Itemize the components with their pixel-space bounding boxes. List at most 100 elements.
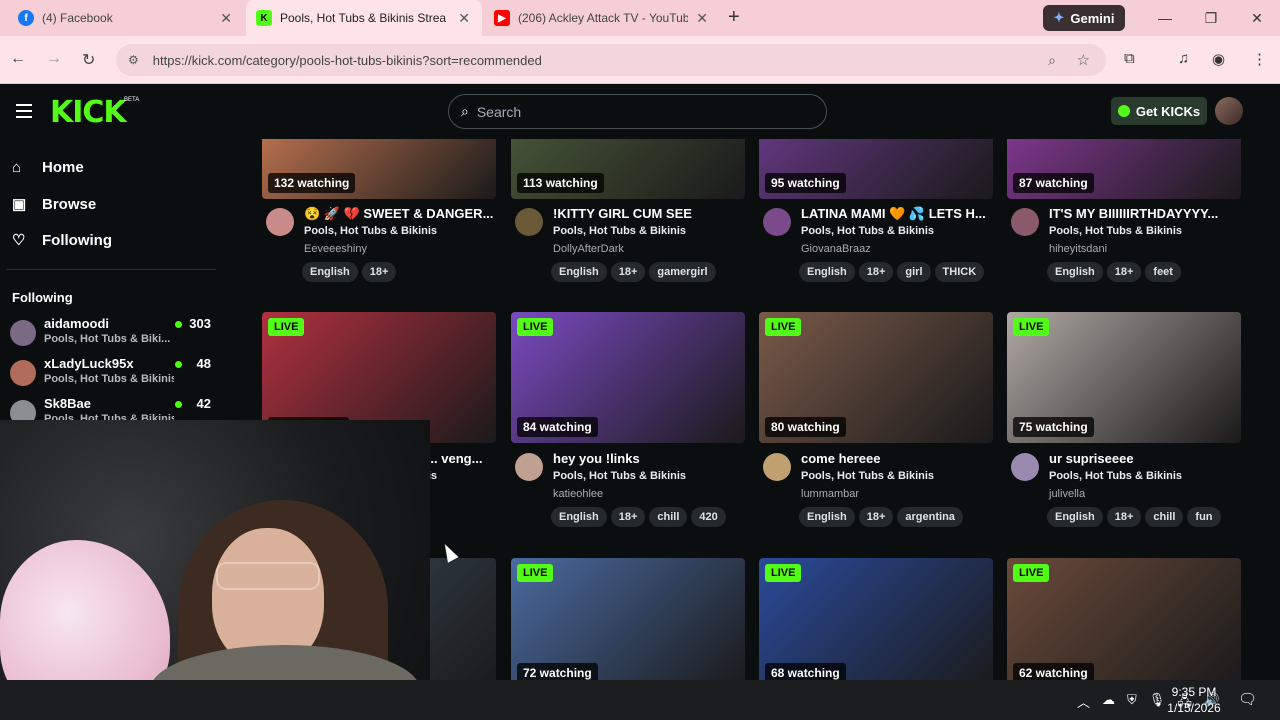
tag-chip[interactable]: English [551,507,607,527]
stream-title[interactable]: hey you !links [553,451,743,466]
tab-youtube[interactable]: ▶ (206) Ackley Attack TV - YouTub ✕ [484,0,720,36]
stream-category[interactable]: Pools, Hot Tubs & Bikinis [304,225,437,237]
tag-chip[interactable]: 18+ [610,507,646,527]
stream-category[interactable]: Pools, Hot Tubs & Bikinis [801,470,934,482]
media-controls-icon[interactable]: ♫ [1178,50,1189,67]
tag-chip[interactable]: English [1047,262,1103,282]
tag-chip[interactable]: girl [897,262,931,282]
live-dot-icon [175,401,182,408]
avatar[interactable] [515,453,543,481]
stream-title[interactable]: IT'S MY BIIIIIIRTHDAYYYY... [1049,206,1239,221]
tag-chip[interactable]: English [799,507,855,527]
tag-chip[interactable]: 18+ [1106,262,1142,282]
stream-title[interactable]: come hereee [801,451,991,466]
stream-thumbnail[interactable]: LIVE 75 watching [1007,312,1241,443]
stream-title[interactable]: LATINA MAMI 🧡 💦 LETS H... [801,206,991,222]
zoom-icon[interactable]: ⌕ [1048,52,1056,69]
channel-name[interactable]: DollyAfterDark [553,243,624,255]
stream-thumbnail[interactable]: 95 watching [759,139,993,199]
stream-thumbnail[interactable]: 113 watching [511,139,745,199]
close-window-button[interactable]: ✕ [1234,0,1280,36]
tag-chip[interactable]: 18+ [1106,507,1142,527]
hamburger-menu-icon[interactable] [16,104,32,122]
stream-thumbnail[interactable]: LIVE 68 watching [759,558,993,680]
tag-chip[interactable]: 420 [691,507,726,527]
sidebar-item-home[interactable]: ⌂ Home [12,159,84,176]
url-bar[interactable]: ⚙ https://kick.com/category/pools-hot-tu… [116,44,1106,76]
stream-title[interactable]: 😵 🚀 💔 SWEET & DANGER... [304,206,494,222]
tab-facebook[interactable]: f (4) Facebook ✕ [8,0,244,36]
tag-chip[interactable]: English [302,262,358,282]
stream-thumbnail[interactable]: LIVE 72 watching [511,558,745,680]
restore-button[interactable]: ❐ [1188,0,1234,36]
new-tab-button[interactable]: + [728,6,740,29]
channel-name[interactable]: GiovanaBraaz [801,243,871,255]
tag-chip[interactable]: 18+ [610,262,646,282]
stream-thumbnail[interactable]: 87 watching [1007,139,1241,199]
stream-thumbnail[interactable]: LIVE 62 watching [1007,558,1241,680]
avatar[interactable] [1215,97,1243,125]
channel-name[interactable]: Eeveeeshiny [304,243,367,255]
microphone-icon[interactable]: 🎙 [1149,692,1166,714]
stream-thumbnail[interactable]: LIVE 80 watching [759,312,993,443]
tag-chip[interactable]: gamergirl [649,262,716,282]
tag-chip[interactable]: chill [1145,507,1184,527]
search-input[interactable]: ⌕ Search [448,94,827,129]
chevron-up-icon[interactable]: ︿ [1077,692,1090,714]
tag-chip[interactable]: THICK [934,262,985,282]
stream-thumbnail[interactable]: 132 watching [262,139,496,199]
tag-chip[interactable]: argentina [897,507,963,527]
close-icon[interactable]: ✕ [220,10,232,27]
channel-name[interactable]: hiheyitsdani [1049,243,1107,255]
channel-name[interactable]: julivella [1049,488,1085,500]
bookmark-star-icon[interactable]: ☆ [1077,51,1090,69]
avatar[interactable] [266,208,294,236]
forward-icon[interactable]: → [46,50,62,68]
tag-chip[interactable]: English [1047,507,1103,527]
stream-category[interactable]: Pools, Hot Tubs & Bikinis [553,225,686,237]
close-icon[interactable]: ✕ [458,10,470,27]
following-channel[interactable]: aidamoodi Pools, Hot Tubs & Biki... 303 [10,316,215,354]
back-icon[interactable]: ← [10,50,26,68]
sidebar-item-browse[interactable]: ▣ Browse [12,195,96,214]
following-channel[interactable]: xLadyLuck95x Pools, Hot Tubs & Bikinis 48 [10,356,215,394]
tag-chip[interactable]: 18+ [858,262,894,282]
tag-chip[interactable]: feet [1145,262,1181,282]
sidebar-item-following[interactable]: ♡ Following [12,231,112,250]
reload-icon[interactable]: ↻ [82,50,95,70]
menu-dots-icon[interactable]: ⋮ [1252,50,1267,68]
profile-icon[interactable]: ◉ [1212,50,1225,68]
security-icon[interactable]: ⛨ [1127,692,1137,714]
tag-chip[interactable]: 18+ [361,262,397,282]
stream-title[interactable]: !KITTY GIRL CUM SEE [553,206,743,221]
channel-name[interactable]: katieohlee [553,488,603,500]
site-info-icon[interactable]: ⚙ [128,53,139,67]
get-kicks-button[interactable]: Get KICKs [1111,97,1207,125]
onedrive-icon[interactable]: ☁ [1102,692,1115,714]
taskbar-clock[interactable]: 9:35 PM 1/15/2026 [1164,684,1224,716]
avatar[interactable] [763,453,791,481]
stream-thumbnail[interactable]: LIVE 84 watching [511,312,745,443]
kick-logo[interactable]: KICK [50,95,127,130]
minimize-button[interactable]: — [1142,0,1188,36]
stream-title[interactable]: ur supriseeee [1049,451,1239,466]
gemini-button[interactable]: ✦ Gemini [1043,5,1125,31]
avatar[interactable] [763,208,791,236]
avatar[interactable] [515,208,543,236]
stream-category[interactable]: Pools, Hot Tubs & Bikinis [1049,225,1182,237]
channel-name[interactable]: lummambar [801,488,859,500]
tag-chip[interactable]: chill [649,507,688,527]
stream-category[interactable]: Pools, Hot Tubs & Bikinis [801,225,934,237]
close-icon[interactable]: ✕ [696,10,708,27]
extensions-icon[interactable]: ⧉ [1124,50,1135,67]
avatar[interactable] [1011,453,1039,481]
stream-category[interactable]: Pools, Hot Tubs & Bikinis [553,470,686,482]
notification-icon[interactable]: 🗨 [1238,690,1257,708]
tab-kick[interactable]: K Pools, Hot Tubs & Bikinis Strea ✕ [246,0,482,36]
tag-chip[interactable]: 18+ [858,507,894,527]
tag-chip[interactable]: English [551,262,607,282]
tag-chip[interactable]: English [799,262,855,282]
avatar[interactable] [1011,208,1039,236]
stream-category[interactable]: Pools, Hot Tubs & Bikinis [1049,470,1182,482]
tag-chip[interactable]: fun [1187,507,1221,527]
